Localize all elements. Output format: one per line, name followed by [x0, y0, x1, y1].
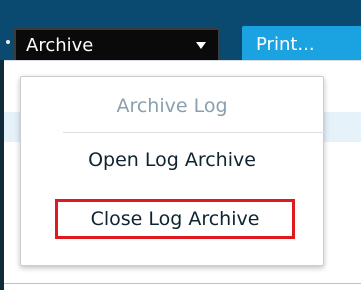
menu-item-open-log-archive[interactable]: Open Log Archive — [21, 149, 323, 171]
menu-item-close-log-archive[interactable]: Close Log Archive — [55, 199, 295, 239]
left-panel-edge — [0, 60, 4, 290]
menu-item-archive-log: Archive Log — [21, 95, 323, 117]
menu-item-label: Close Log Archive — [90, 208, 260, 230]
chevron-down-icon — [196, 42, 206, 49]
toolbar-overflow-indicator — [6, 40, 10, 44]
menu-divider — [63, 132, 325, 133]
print-button-label: Print... — [256, 33, 315, 55]
archive-menu: Archive Log Open Log Archive Close Log A… — [20, 76, 325, 266]
print-button[interactable]: Print... — [242, 26, 361, 62]
menu-item-label: Archive Log — [116, 95, 228, 117]
menu-item-label: Open Log Archive — [88, 149, 256, 171]
divider-line — [4, 283, 361, 284]
archive-select-value: Archive — [26, 34, 94, 56]
archive-select[interactable]: Archive — [14, 28, 220, 62]
